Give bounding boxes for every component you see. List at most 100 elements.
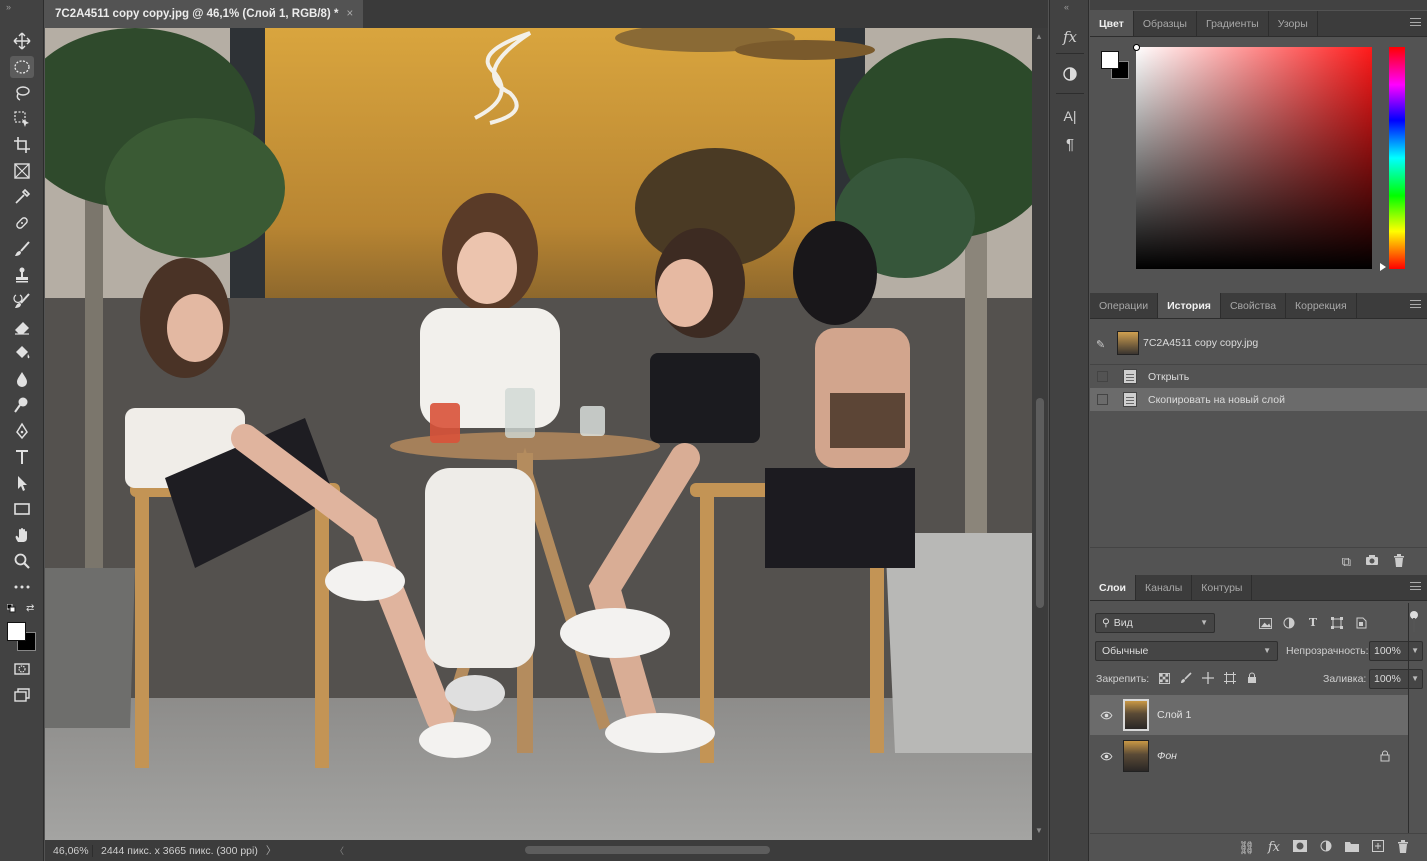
rectangle-tool[interactable] — [10, 498, 34, 520]
zoom-level[interactable]: 46,06% — [45, 844, 93, 857]
new-document-from-state-icon[interactable]: ⧉ — [1342, 554, 1351, 570]
layer-row-background[interactable]: Фон — [1090, 736, 1408, 776]
history-brush-source-icon[interactable]: ✎ — [1096, 338, 1105, 351]
link-layers-icon[interactable]: ⛓ — [1238, 840, 1255, 856]
history-brush-checkbox[interactable] — [1097, 371, 1108, 382]
color-picker-field[interactable] — [1133, 44, 1372, 269]
tab-swatches[interactable]: Образцы — [1134, 11, 1197, 36]
move-tool[interactable] — [10, 30, 34, 52]
screen-mode-button[interactable] — [10, 684, 34, 706]
filter-pixel-icon[interactable] — [1257, 615, 1273, 631]
scroll-left-icon[interactable]: 〈 — [335, 844, 344, 857]
history-state-copy-layer[interactable]: Скопировать на новый слой — [1090, 388, 1427, 411]
clone-stamp-tool[interactable] — [10, 264, 34, 286]
document-canvas[interactable] — [45, 28, 1032, 840]
lock-transparent-pixels-icon[interactable] — [1156, 670, 1172, 686]
tab-channels[interactable]: Каналы — [1136, 575, 1193, 600]
history-panel-menu-icon[interactable] — [1410, 300, 1421, 308]
tab-layers[interactable]: Слои — [1090, 575, 1136, 600]
tab-gradients[interactable]: Градиенты — [1197, 11, 1269, 36]
adjustments-icon[interactable] — [1058, 62, 1082, 86]
vertical-scroll-thumb[interactable] — [1036, 398, 1044, 608]
path-selection-tool[interactable] — [10, 472, 34, 494]
zoom-tool[interactable] — [10, 550, 34, 572]
horizontal-scroll-thumb[interactable] — [525, 846, 770, 854]
eyedropper-tool[interactable] — [10, 186, 34, 208]
filter-smart-object-icon[interactable] — [1353, 615, 1369, 631]
lasso-tool[interactable] — [10, 82, 34, 104]
lock-artboard-icon[interactable] — [1222, 670, 1238, 686]
history-snapshot[interactable]: ✎ 7C2A4511 copy copy.jpg — [1090, 321, 1427, 365]
dodge-tool[interactable] — [10, 394, 34, 416]
frame-tool[interactable] — [10, 160, 34, 182]
layer-name[interactable]: Слой 1 — [1157, 709, 1191, 721]
history-brush-checkbox[interactable] — [1097, 394, 1108, 405]
blend-mode-select[interactable]: Обычные ▼ — [1095, 641, 1278, 661]
filter-type-icon[interactable]: T — [1305, 614, 1321, 630]
collapse-toolbar-icon[interactable]: » — [6, 2, 11, 12]
history-brush-tool[interactable] — [10, 290, 34, 312]
healing-brush-tool[interactable] — [10, 212, 34, 234]
vertical-scrollbar[interactable]: ▲ ▼ — [1032, 28, 1048, 840]
new-layer-icon[interactable] — [1372, 840, 1384, 855]
new-snapshot-icon[interactable] — [1365, 554, 1379, 569]
filter-shape-icon[interactable] — [1329, 615, 1345, 631]
tab-history[interactable]: История — [1158, 293, 1221, 318]
visibility-eye-icon[interactable] — [1099, 749, 1113, 763]
document-tab[interactable]: 7C2A4511 copy copy.jpg @ 46,1% (Слой 1, … — [45, 0, 364, 28]
type-tool[interactable] — [10, 446, 34, 468]
hue-slider-handle[interactable] — [1380, 263, 1386, 271]
layer-filter-select[interactable]: ⚲ Вид ▼ — [1095, 613, 1215, 633]
new-group-folder-icon[interactable] — [1345, 840, 1359, 855]
lock-all-icon[interactable] — [1244, 670, 1260, 686]
color-picker-cursor[interactable] — [1133, 44, 1140, 51]
color-foreground-swatch[interactable] — [1101, 51, 1119, 69]
horizontal-scrollbar[interactable]: 〈 — [335, 844, 1035, 856]
scroll-down-icon[interactable]: ▼ — [1035, 826, 1043, 835]
visibility-eye-icon[interactable] — [1099, 708, 1113, 722]
lock-position-icon[interactable] — [1200, 670, 1216, 686]
tab-adjustments[interactable]: Коррекция — [1286, 293, 1357, 318]
lock-image-pixels-icon[interactable] — [1178, 670, 1194, 686]
brush-tool[interactable] — [10, 238, 34, 260]
default-colors-icon[interactable] — [6, 603, 16, 613]
fill-input[interactable]: 100% ▼ — [1369, 669, 1423, 689]
close-tab-icon[interactable]: × — [346, 8, 353, 20]
layer-style-fx-icon[interactable]: fx — [1268, 840, 1280, 855]
opacity-input[interactable]: 100% ▼ — [1369, 641, 1423, 661]
quick-mask-button[interactable] — [10, 658, 34, 680]
blur-tool[interactable] — [10, 368, 34, 390]
add-mask-icon[interactable] — [1293, 840, 1307, 855]
layer-lock-icon[interactable] — [1380, 750, 1392, 762]
tab-color[interactable]: Цвет — [1090, 11, 1134, 36]
tab-properties[interactable]: Свойства — [1221, 293, 1287, 318]
elliptical-marquee-tool[interactable] — [10, 56, 34, 78]
filter-adjustment-icon[interactable] — [1281, 615, 1297, 631]
scroll-up-icon[interactable]: ▲ — [1035, 32, 1043, 41]
delete-state-icon[interactable] — [1393, 553, 1405, 570]
eraser-tool[interactable] — [10, 316, 34, 338]
paragraph-icon[interactable]: ¶ — [1058, 132, 1082, 156]
tab-patterns[interactable]: Узоры — [1269, 11, 1318, 36]
swap-colors-icon[interactable]: ⇄ — [26, 604, 36, 614]
new-adjustment-layer-icon[interactable] — [1320, 840, 1332, 855]
color-panel-menu-icon[interactable] — [1410, 18, 1421, 26]
character-icon[interactable]: A| — [1058, 104, 1082, 128]
layer-row-layer1[interactable]: Слой 1 — [1090, 695, 1408, 735]
styles-fx-icon[interactable]: fx — [1058, 25, 1082, 49]
hand-tool[interactable] — [10, 524, 34, 546]
layers-panel-menu-icon[interactable] — [1410, 582, 1421, 590]
crop-tool[interactable] — [10, 134, 34, 156]
object-selection-tool[interactable] — [10, 108, 34, 130]
paint-bucket-tool[interactable] — [10, 342, 34, 364]
hue-slider[interactable] — [1380, 47, 1405, 271]
pen-tool[interactable] — [10, 420, 34, 442]
tab-actions[interactable]: Операции — [1090, 293, 1159, 318]
collapse-icons-icon[interactable]: « — [1064, 2, 1069, 12]
foreground-color-swatch[interactable] — [7, 622, 26, 641]
tab-paths[interactable]: Контуры — [1192, 575, 1253, 600]
edit-toolbar[interactable] — [10, 576, 34, 598]
status-menu-icon[interactable]: 〉 — [258, 843, 277, 858]
layer-name[interactable]: Фон — [1157, 750, 1177, 762]
delete-layer-icon[interactable] — [1397, 839, 1409, 856]
